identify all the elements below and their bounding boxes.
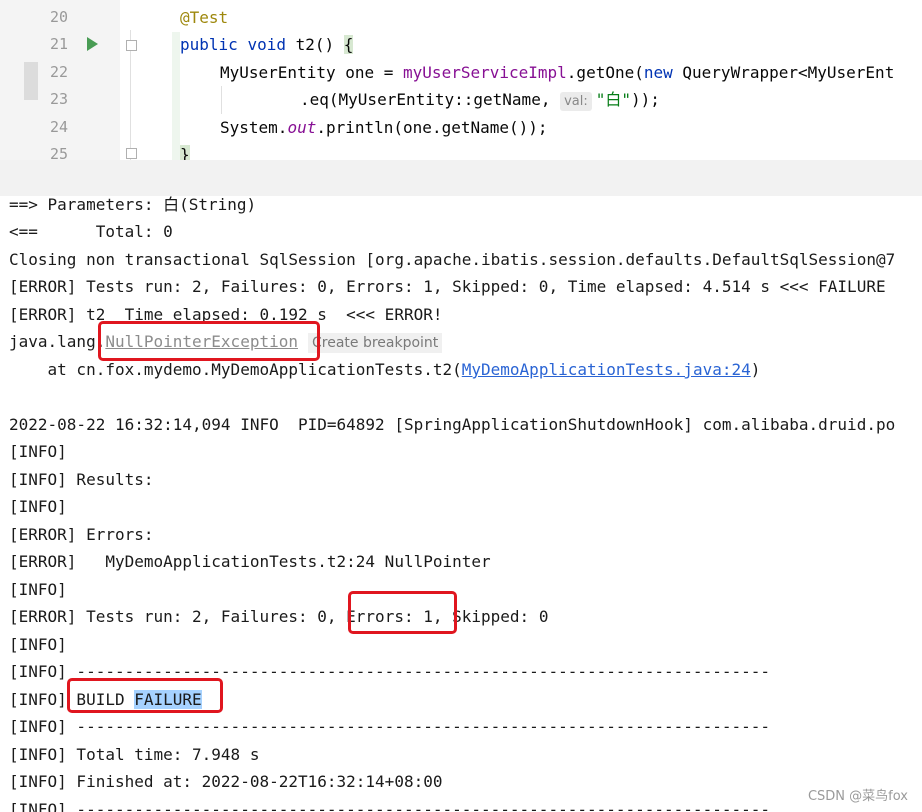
scope-highlight — [172, 32, 180, 160]
console-line: [INFO] — [9, 497, 67, 516]
run-console[interactable]: ==> Parameters: 白(String) <== Total: 0 C… — [0, 196, 922, 812]
console-line: Closing non transactional SqlSession [or… — [9, 250, 896, 269]
console-line: [INFO] — [9, 442, 67, 461]
field-token: myUserServiceImpl — [403, 63, 567, 82]
highlight-box-errors — [348, 591, 457, 634]
console-line: [ERROR] Tests run: 2, Failures: 0, Error… — [9, 277, 886, 296]
console-line: 2022-08-22 16:32:14,094 INFO PID=64892 [… — [9, 415, 896, 434]
highlight-box-build-failure — [67, 678, 223, 713]
method-signature: t2() — [285, 35, 344, 54]
separator-line: [INFO] ---------------------------------… — [9, 717, 770, 736]
panel-divider[interactable] — [0, 160, 922, 197]
static-field-token: out — [287, 118, 317, 137]
parameter-hint: val: — [560, 92, 592, 111]
line-number: 20 — [49, 8, 68, 26]
code-token: System. — [220, 118, 288, 137]
console-line: ==> Parameters: 白(String) — [9, 196, 257, 214]
stacktrace-text: ) — [750, 360, 761, 379]
code-token: MyUserEntity one = — [220, 63, 404, 82]
line-number: 21 — [49, 35, 68, 53]
code-line-21: public void t2() { — [180, 31, 354, 58]
code-line-25: } — [180, 141, 190, 160]
highlight-box-exception — [98, 321, 320, 361]
keyword-token: public — [180, 35, 238, 54]
console-line: <== Total: 0 — [9, 222, 173, 241]
fold-marker-icon[interactable] — [126, 40, 137, 51]
console-line: [INFO] Total time: 7.948 s — [9, 745, 260, 764]
run-test-icon[interactable] — [87, 37, 98, 51]
create-breakpoint-button[interactable]: Create breakpoint — [307, 333, 443, 353]
annotation-token: @Test — [180, 8, 229, 27]
line-number: 23 — [49, 90, 68, 108]
source-link[interactable]: MyDemoApplicationTests.java:24 — [462, 360, 751, 379]
matched-brace: } — [180, 145, 190, 160]
console-line: [INFO] Finished at: 2022-08-22T16:32:14+… — [9, 772, 443, 791]
code-token: )); — [631, 90, 660, 109]
keyword-token: void — [247, 35, 286, 54]
watermark-text: CSDN @菜鸟fox — [807, 785, 908, 804]
console-line: [INFO] — [9, 635, 67, 654]
console-line: [INFO] — [9, 580, 67, 599]
matched-brace: { — [343, 35, 354, 54]
stacktrace-text: at cn.fox.mydemo.MyDemoApplicationTests.… — [9, 360, 462, 379]
exception-package: java.lang. — [9, 332, 106, 351]
code-token: QueryWrapper<MyUserEnt — [672, 63, 895, 82]
code-line-20: @Test — [180, 4, 228, 31]
console-line: [INFO] Results: — [9, 470, 154, 489]
line-number: 22 — [49, 63, 68, 81]
string-token: "白" — [595, 90, 632, 109]
separator-line: [INFO] ---------------------------------… — [9, 800, 770, 812]
summary-text: [ERROR] Tests run: 2, Failures: 0, — [9, 607, 347, 626]
fold-marker-icon[interactable] — [126, 148, 137, 159]
console-line: [ERROR] Errors: — [9, 525, 154, 544]
summary-line: [ERROR] Tests run: 2, Failures: 0, Error… — [9, 603, 548, 630]
code-token: .getOne( — [566, 63, 644, 82]
code-token: .eq(MyUserEntity::getName, — [300, 90, 561, 109]
indent-guide — [221, 86, 222, 114]
code-line-22: MyUserEntity one = myUserServiceImpl.get… — [220, 59, 894, 86]
code-editor[interactable]: 20 21 22 23 24 25 @Test public void t2()… — [0, 0, 922, 160]
keyword-token: new — [643, 63, 673, 82]
line-number: 24 — [49, 118, 68, 136]
code-line-24: System.out.println(one.getName()); — [220, 114, 548, 141]
code-token: .println(one.getName()); — [316, 118, 548, 137]
console-line: [ERROR] MyDemoApplicationTests.t2:24 Nul… — [9, 552, 491, 571]
line-number: 25 — [49, 145, 68, 160]
code-line-23: .eq(MyUserEntity::getName, val: "白")); — [300, 86, 660, 113]
